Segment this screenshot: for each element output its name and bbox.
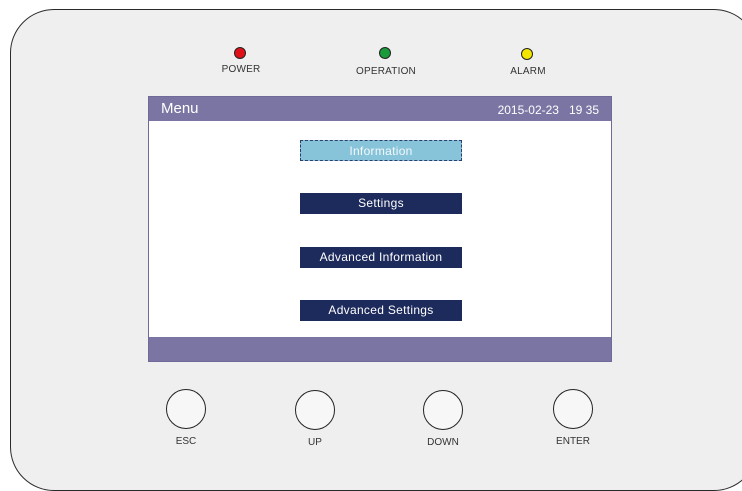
esc-label: ESC xyxy=(175,436,197,447)
menu-item-settings[interactable]: Settings xyxy=(300,193,462,214)
power-led-icon xyxy=(234,47,246,59)
screen-footer xyxy=(149,337,611,361)
menu-item-information[interactable]: Information xyxy=(300,140,462,161)
operation-led-icon xyxy=(379,47,391,59)
up-button[interactable] xyxy=(295,390,335,430)
down-label: DOWN xyxy=(427,437,459,448)
menu-item-advanced-information[interactable]: Advanced Information xyxy=(300,247,462,268)
power-label: POWER xyxy=(221,64,261,75)
menu-item-advanced-settings[interactable]: Advanced Settings xyxy=(300,300,462,321)
enter-label: ENTER xyxy=(556,436,590,447)
down-button[interactable] xyxy=(423,390,463,430)
screen-title: Menu xyxy=(161,100,199,117)
operation-label: OPERATION xyxy=(356,66,416,77)
screen-datetime: 2015-02-23 19 35 xyxy=(497,103,599,117)
alarm-led-icon xyxy=(521,48,533,60)
alarm-label: ALARM xyxy=(510,66,546,77)
screen-header: Menu 2015-02-23 19 35 xyxy=(149,97,611,121)
lcd-screen: Menu 2015-02-23 19 35 Information Settin… xyxy=(148,96,612,362)
enter-button[interactable] xyxy=(553,389,593,429)
up-label: UP xyxy=(308,437,322,448)
esc-button[interactable] xyxy=(166,389,206,429)
